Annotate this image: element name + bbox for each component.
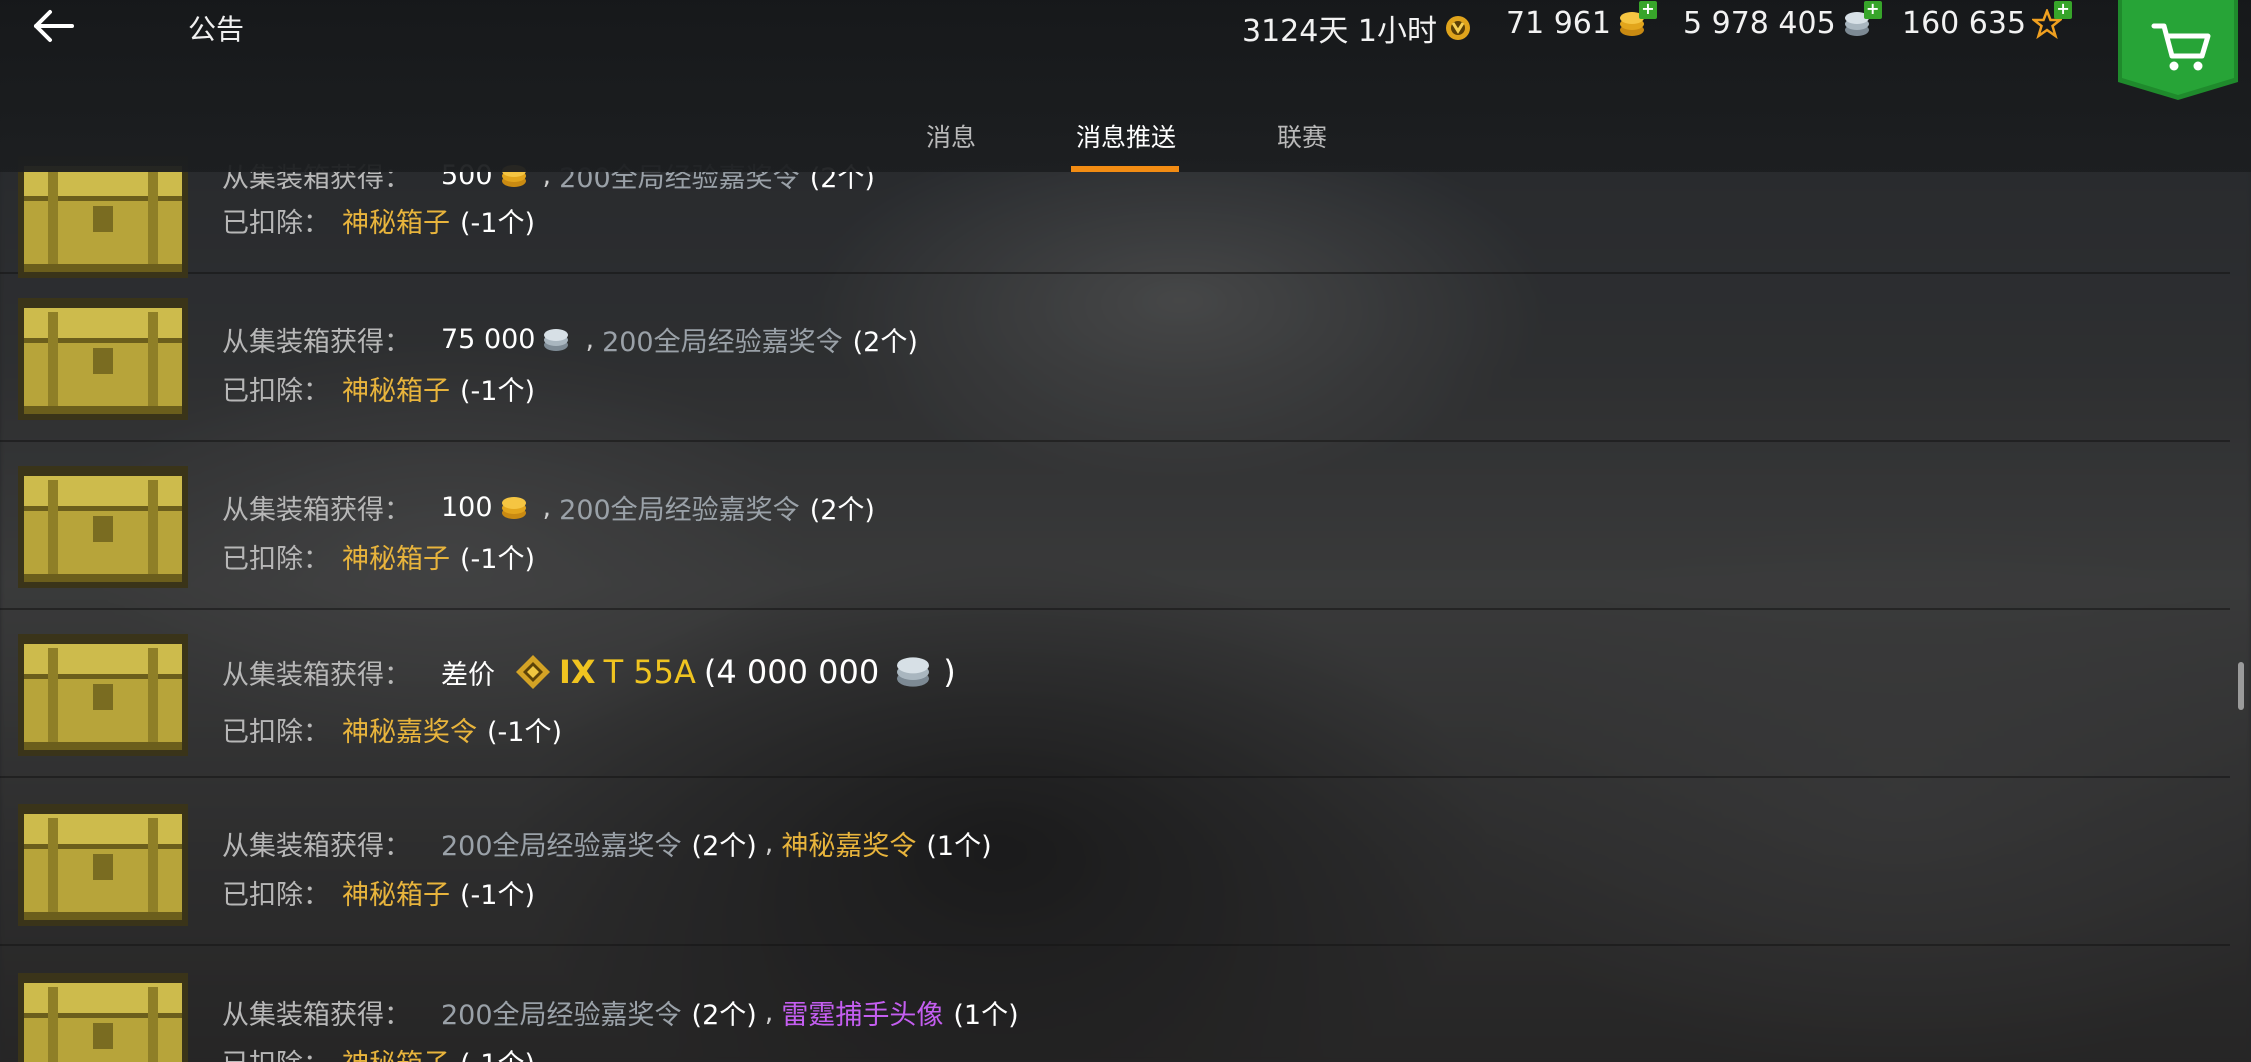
free-xp-value: 160 635 [1902,6,2027,41]
deducted-label: 已扣除： [222,1042,330,1062]
bonus-count: (1个) [953,1000,1019,1031]
tank-class-icon [516,655,550,689]
deducted-count: (-1个) [487,717,562,748]
add-silver-button[interactable]: + [1863,0,1882,19]
price-open: (4 000 000 [703,653,880,691]
reward-extra-count: (2个) [691,831,757,862]
gold-coin-icon [501,496,526,519]
tank-name: T 55A [603,653,696,691]
tab-push-messages[interactable]: 消息推送 [1076,118,1176,154]
deducted-item: 神秘箱子 [342,544,450,575]
deducted-count: (-1个) [460,208,535,239]
silver-balance[interactable]: 5 978 405 + [1683,0,1882,41]
separator-comma: , [542,492,552,523]
tab-bar: 消息 消息推送 联赛 [0,118,2251,172]
cart-icon [2118,0,2238,100]
silver-value: 5 978 405 [1683,6,1836,41]
price-close: ) [943,653,956,691]
deducted-count: (-1个) [460,1042,535,1062]
crate-icon [18,634,188,756]
deducted-line: 已扣除： 神秘箱子 (-1个) [222,537,535,576]
deducted-item: 神秘嘉奖令 [342,717,477,748]
reward-line: 从集装箱获得： 100 , 200全局经验嘉奖令 (2个) [222,488,875,527]
bonus-count: (1个) [926,831,992,862]
deducted-line: 已扣除： 神秘箱子 (-1个) [222,369,535,408]
deducted-label: 已扣除： [222,880,330,911]
premium-time-value: 3124天 1小时 [1242,14,1437,49]
page-title: 公告 [188,13,245,46]
deducted-label: 已扣除： [222,208,330,239]
reward-amount: 75 000 [441,324,536,355]
list-item[interactable]: 从集装箱获得： 200全局经验嘉奖令 (2个) , 神秘嘉奖令 (1个) 已扣除… [0,778,2230,946]
crate-icon [18,804,188,926]
deducted-line: 已扣除： 神秘箱子 (-1个) [222,873,535,912]
deducted-label: 已扣除： [222,717,330,748]
separator-comma: , [764,997,774,1028]
crate-icon [18,156,188,278]
star-icon: + [2030,0,2073,39]
deducted-line: 已扣除： 神秘箱子 (-1个) [222,201,535,240]
diff-label: 差价 [441,659,495,691]
crate-icon [18,298,188,420]
active-tab-indicator [1071,166,1179,172]
premium-time[interactable]: 3124天 1小时 [1242,6,1473,50]
reward-line: 从集装箱获得： 差价 IX T 55A (4 000 000 ) [222,652,956,692]
reward-extra-count: (2个) [852,327,918,358]
deducted-line: 已扣除： 神秘箱子 (-1个) [222,1042,535,1062]
reward-extra: 200全局经验嘉奖令 [559,495,800,526]
reward-line: 从集装箱获得： 75 000 , 200全局经验嘉奖令 (2个) [222,320,918,359]
reward-line: 从集装箱获得： 200全局经验嘉奖令 (2个) , 神秘嘉奖令 (1个) [222,824,992,863]
gold-value: 71 961 [1506,6,1611,41]
got-label: 从集装箱获得： [222,1000,411,1031]
list-item[interactable]: 从集装箱获得： 100 , 200全局经验嘉奖令 (2个) 已扣除： 神秘箱子 … [0,442,2230,610]
arrow-left-icon [34,10,74,42]
deducted-count: (-1个) [460,880,535,911]
back-button[interactable] [30,4,90,48]
reward-amount: 100 [441,492,493,523]
gold-coin-icon: + [1617,0,1657,39]
reward-extra: 200全局经验嘉奖令 [441,1000,682,1031]
reward-extra: 200全局经验嘉奖令 [602,327,843,358]
reward-line: 从集装箱获得： 200全局经验嘉奖令 (2个) , 雷霆捕手头像 (1个) [222,993,1019,1032]
gold-balance[interactable]: 71 961 + [1506,0,1657,41]
silver-coin-icon: + [1842,0,1882,39]
top-bar: 公告 3124天 1小时 71 961 + 5 978 405 + 160 63… [0,0,2251,172]
tab-messages[interactable]: 消息 [926,118,976,154]
deducted-item: 神秘箱子 [342,376,450,407]
silver-coin-icon [897,657,930,687]
add-gold-button[interactable]: + [1638,0,1657,19]
bonus-item: 雷霆捕手头像 [781,1000,944,1031]
reward-extra-count: (2个) [691,1000,757,1031]
list-item[interactable]: 从集装箱获得： 200全局经验嘉奖令 (2个) , 雷霆捕手头像 (1个) 已扣… [0,946,2230,1062]
crate-icon [18,973,188,1062]
deducted-label: 已扣除： [222,544,330,575]
tank-tier: IX [559,653,596,691]
list-item[interactable]: 从集装箱获得： 75 000 , 200全局经验嘉奖令 (2个) 已扣除： 神秘… [0,274,2230,442]
deducted-label: 已扣除： [222,376,330,407]
shop-button[interactable] [2118,0,2238,100]
scrollbar-thumb[interactable] [2238,662,2244,710]
got-label: 从集装箱获得： [222,327,411,358]
add-xp-button[interactable]: + [2054,0,2073,19]
crate-icon [18,466,188,588]
deducted-count: (-1个) [460,376,535,407]
silver-coin-icon [544,328,569,351]
separator-comma: , [585,324,595,355]
deducted-item: 神秘箱子 [342,1042,450,1062]
got-label: 从集装箱获得： [222,495,411,526]
deducted-line: 已扣除： 神秘嘉奖令 (-1个) [222,710,562,749]
deducted-item: 神秘箱子 [342,880,450,911]
reward-extra-count: (2个) [809,495,875,526]
reward-extra: 200全局经验嘉奖令 [441,831,682,862]
list-item[interactable]: 从集装箱获得： 差价 IX T 55A (4 000 000 ) 已扣除： 神秘… [0,610,2230,778]
premium-icon [1443,13,1473,43]
bonus-item: 神秘嘉奖令 [781,831,917,862]
deducted-item: 神秘箱子 [342,208,450,239]
got-label: 从集装箱获得： [222,831,411,862]
deducted-count: (-1个) [460,544,535,575]
tab-league[interactable]: 联赛 [1277,118,1327,154]
free-xp-balance[interactable]: 160 635 + [1902,0,2073,41]
got-label: 从集装箱获得： [222,659,411,691]
separator-comma: , [764,828,774,859]
